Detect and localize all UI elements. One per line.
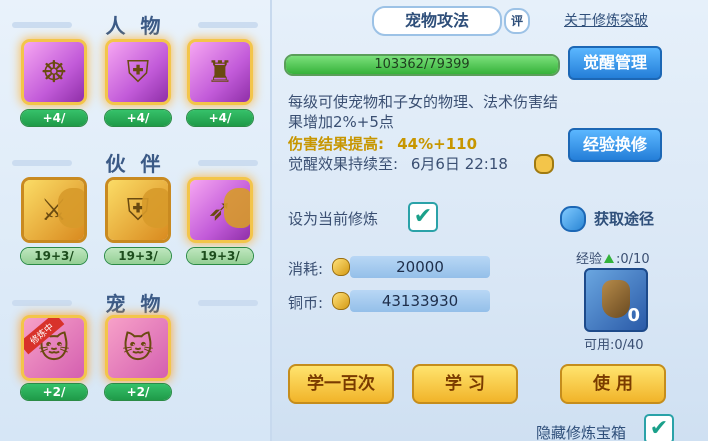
use-button[interactable]: 使 用 xyxy=(560,364,666,404)
character-card-3[interactable]: ♜ xyxy=(190,42,250,102)
exp-label: 经验 xyxy=(576,252,603,267)
partner-card-3[interactable]: ➶ xyxy=(190,180,250,240)
exp-exchange-button[interactable]: 经验换修 xyxy=(568,128,662,162)
level-badge: 19+3/ xyxy=(187,248,253,264)
hide-chest-label: 隐藏修炼宝箱 xyxy=(536,424,627,441)
cloud-decoration xyxy=(12,300,72,306)
usable-count: 可用:0/40 xyxy=(584,338,644,353)
partner-card-2[interactable]: ⛨ xyxy=(108,180,168,240)
level-badge: +4/ xyxy=(21,110,87,126)
character-card-2[interactable]: ⛨ xyxy=(108,42,168,102)
exp-row: 经验 :0/10 xyxy=(576,248,650,267)
shield-armor-icon: ⛨ xyxy=(126,54,150,90)
item-count: 0 xyxy=(627,305,640,326)
up-arrow-icon xyxy=(604,254,615,263)
left-panel: 人 物 ☸ ⛨ ♜ +4/ +4/ +4/ 伙 伴 ⚔ ⛨ ➶ 19+3/ 19… xyxy=(0,0,272,441)
cloud-decoration xyxy=(198,22,258,28)
breakthrough-link[interactable]: 关于修炼突破 xyxy=(564,10,648,30)
description-text: 每级可使宠物和子女的物理、法术伤害结果增加2%+5点 xyxy=(288,93,559,131)
game-window: 人 物 ☸ ⛨ ♜ +4/ +4/ +4/ 伙 伴 ⚔ ⛨ ➶ 19+3/ 19… xyxy=(0,0,708,441)
set-current-checkbox[interactable]: ✔ xyxy=(408,202,438,232)
damage-effect-row: 伤害结果提高: 44%+110 xyxy=(288,133,477,154)
level-badge: 19+3/ xyxy=(21,248,87,264)
cloud-decoration xyxy=(198,300,258,306)
character-card-1[interactable]: ☸ xyxy=(24,42,84,102)
get-source-link[interactable]: 获取途径 xyxy=(594,208,654,229)
clock-icon xyxy=(534,154,554,174)
cloud-decoration xyxy=(198,160,258,166)
lion-head-icon xyxy=(224,188,250,228)
set-current-label: 设为当前修炼 xyxy=(288,210,379,228)
coin-icon xyxy=(332,258,350,276)
lion-head-icon xyxy=(142,188,168,228)
vase-icon xyxy=(602,280,630,318)
buddha-icon: ☸ xyxy=(40,54,68,90)
source-icon[interactable] xyxy=(560,206,586,232)
damage-label: 伤害结果提高: xyxy=(288,135,384,153)
cloud-decoration xyxy=(12,22,72,28)
lion-head-icon xyxy=(58,188,84,228)
level-badge: +4/ xyxy=(187,110,253,126)
level-badge: 19+3/ xyxy=(105,248,171,264)
consume-value: 20000 xyxy=(350,256,490,278)
exp-value: :0/10 xyxy=(616,252,650,267)
cat-shield-icon: 🐱 xyxy=(122,330,154,366)
cloud-decoration xyxy=(12,160,72,166)
progress-bar: 103362/79399 xyxy=(284,54,560,76)
progress-text: 103362/79399 xyxy=(374,57,470,72)
pet-card-1[interactable]: 🐱 修炼中 xyxy=(24,318,84,378)
copper-label: 铜币: xyxy=(288,294,324,312)
exp-item-slot[interactable]: 0 xyxy=(584,268,648,332)
duration-value: 6月6日 22:18 xyxy=(410,155,508,173)
learn-100-button[interactable]: 学一百次 xyxy=(288,364,394,404)
level-badge: +2/ xyxy=(21,384,87,400)
copper-value: 43133930 xyxy=(350,290,490,312)
golden-armor-icon: ♜ xyxy=(206,54,234,90)
damage-value: 44%+110 xyxy=(397,135,478,153)
awaken-manage-button[interactable]: 觉醒管理 xyxy=(568,46,662,80)
learn-button[interactable]: 学 习 xyxy=(412,364,518,404)
tab-pet-attack[interactable]: 宠物攻法 xyxy=(372,6,502,36)
right-panel: 宠物攻法 评 关于修炼突破 103362/79399 觉醒管理 每级可使宠物和子… xyxy=(272,0,708,441)
consume-label: 消耗: xyxy=(288,260,324,278)
duration-label: 觉醒效果持续至: xyxy=(288,155,399,173)
hide-chest-checkbox[interactable]: ✔ xyxy=(644,414,674,441)
rate-icon[interactable]: 评 xyxy=(504,8,530,34)
level-badge: +2/ xyxy=(105,384,171,400)
coin-icon xyxy=(332,292,350,310)
partner-card-1[interactable]: ⚔ xyxy=(24,180,84,240)
pet-card-2[interactable]: 🐱 xyxy=(108,318,168,378)
level-badge: +4/ xyxy=(105,110,171,126)
duration-row: 觉醒效果持续至: 6月6日 22:18 xyxy=(288,153,508,174)
